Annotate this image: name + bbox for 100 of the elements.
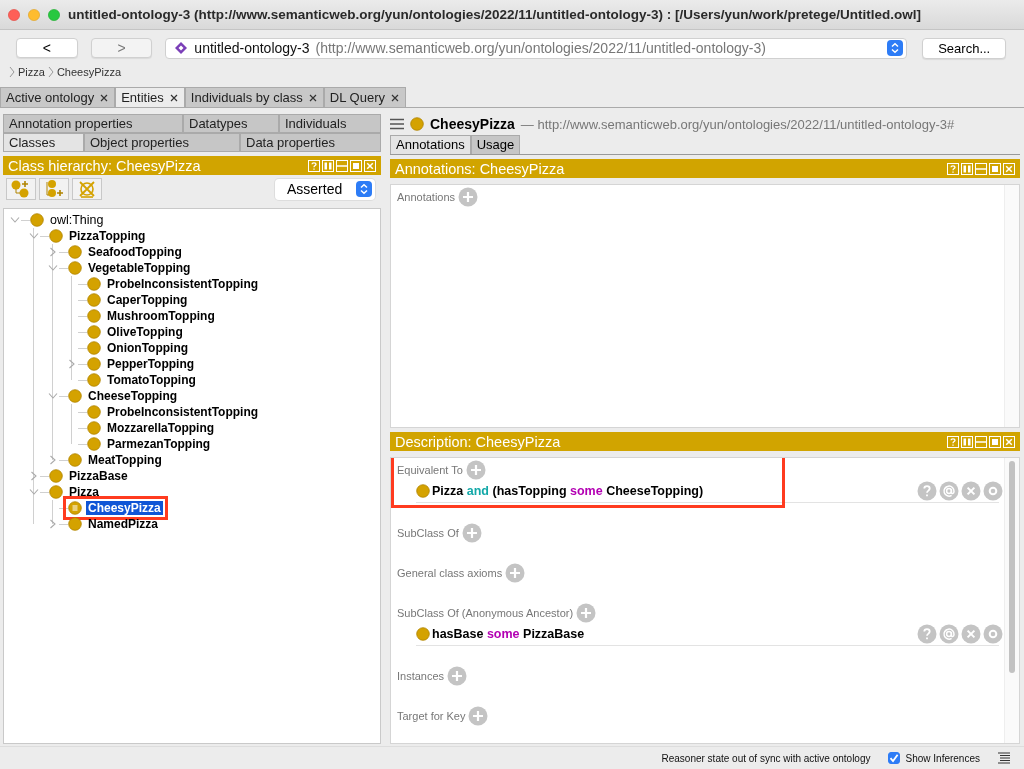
hierarchy-mode-dropdown[interactable]: Asserted <box>275 178 375 200</box>
tree-item[interactable]: OnionTopping <box>105 341 191 355</box>
class-icon <box>416 484 430 498</box>
class-icon <box>416 627 430 641</box>
status-message: Reasoner state out of sync with active ontology <box>661 752 871 764</box>
maximize-icon[interactable] <box>989 435 1001 448</box>
sibling-tree-icon <box>43 179 65 199</box>
add-subclass-button[interactable] <box>6 178 36 200</box>
tree-item[interactable]: SeafoodTopping <box>86 245 184 259</box>
entity-tab[interactable]: Datatypes <box>183 114 279 133</box>
delete-icon[interactable] <box>961 624 981 644</box>
list-icon[interactable] <box>998 752 1010 764</box>
tree-item[interactable]: PepperTopping <box>105 357 197 371</box>
checkmark-icon <box>888 753 899 763</box>
entity-tab[interactable]: Data properties <box>240 133 381 152</box>
tree-item[interactable]: Pizza <box>67 485 101 499</box>
entity-tab[interactable]: Individuals <box>279 114 381 133</box>
split-view-icon[interactable] <box>322 159 334 172</box>
search-button[interactable]: Search... <box>922 37 1006 59</box>
breadcrumb-link[interactable]: Pizza <box>18 66 45 78</box>
close-icon[interactable] <box>169 93 178 102</box>
ontology-selector[interactable]: untitled-ontology-3 (http://www.semanticweb.org/yun/ontologies/2022/11/untitled-ontology-3) <box>165 37 908 59</box>
section-label: General class axioms <box>397 567 503 579</box>
view-title: Annotations: CheesyPizza <box>395 160 565 177</box>
entity-tab[interactable]: Object properties <box>84 133 240 152</box>
split-horizontal-icon[interactable] <box>336 159 348 172</box>
chevron-icon <box>47 66 54 78</box>
edit-icon[interactable] <box>983 624 1003 644</box>
tree-item[interactable]: TomatoTopping <box>105 373 198 387</box>
tree-item[interactable]: CheesyPizza <box>86 501 163 515</box>
workspace-tab[interactable]: Individuals by class <box>184 87 324 107</box>
add-icon[interactable] <box>458 187 479 207</box>
section-label: Equivalent To <box>397 464 463 476</box>
view-tab[interactable]: Usage <box>470 135 521 154</box>
checkbox-label: Show Inferences <box>905 752 980 764</box>
tree-item[interactable]: NamedPizza <box>86 517 161 531</box>
help-icon[interactable] <box>947 162 959 175</box>
help-icon[interactable] <box>917 624 937 644</box>
split-view-icon[interactable] <box>961 435 973 448</box>
delete-icon[interactable] <box>961 481 981 501</box>
dropdown-stepper-icon <box>887 40 904 56</box>
dropdown-stepper-icon <box>356 181 372 197</box>
split-horizontal-icon[interactable] <box>975 162 987 175</box>
split-view-icon[interactable] <box>961 162 973 175</box>
help-icon[interactable] <box>917 481 937 501</box>
view-tab[interactable]: Annotations <box>390 135 471 154</box>
add-icon[interactable] <box>576 603 597 623</box>
tree-item[interactable]: ParmezanTopping <box>105 437 213 451</box>
tree-item[interactable]: MushroomTopping <box>105 309 217 323</box>
window-title: untitled-ontology-3 (http://www.semanticweb.org/yun/ontologies/2022/11/untitled-ontology-3) : [/Users/yun/work/pretege/Untitled.owl] <box>68 7 922 22</box>
workspace-tab[interactable]: DL Query <box>323 87 406 107</box>
edit-icon[interactable] <box>983 481 1003 501</box>
add-icon[interactable] <box>461 523 482 543</box>
zoom-icon[interactable] <box>48 8 60 21</box>
help-icon[interactable] <box>947 435 959 448</box>
tree-item[interactable]: ProbeInconsistentTopping <box>105 405 261 419</box>
maximize-icon[interactable] <box>989 162 1001 175</box>
split-horizontal-icon[interactable] <box>975 435 987 448</box>
class-icon <box>410 117 424 131</box>
add-icon[interactable] <box>465 460 486 480</box>
tree-item[interactable]: MeatTopping <box>86 453 164 467</box>
close-icon[interactable] <box>100 93 109 102</box>
tree-item[interactable]: PizzaBase <box>67 469 130 483</box>
scrollbar-thumb[interactable] <box>1009 461 1015 673</box>
close-icon[interactable] <box>390 93 399 102</box>
forward-button[interactable]: > <box>90 38 153 58</box>
annotate-icon[interactable] <box>939 481 959 501</box>
view-title: Class hierarchy: CheesyPizza <box>8 157 201 174</box>
add-icon[interactable] <box>505 563 526 583</box>
workspace-tab[interactable]: Active ontology <box>0 87 116 107</box>
show-inferences-checkbox[interactable] <box>887 752 900 764</box>
crossed-class-icon <box>76 179 98 199</box>
entity-tab[interactable]: Annotation properties <box>3 114 183 133</box>
menu-icon[interactable] <box>390 118 404 130</box>
maximize-icon[interactable] <box>350 159 362 172</box>
tree-item[interactable]: OliveTopping <box>105 325 185 339</box>
tree-item[interactable]: owl:Thing <box>48 213 106 227</box>
tree-item[interactable]: MozzarellaTopping <box>105 421 217 435</box>
annotate-icon[interactable] <box>939 624 959 644</box>
close-icon[interactable] <box>308 93 317 102</box>
minimize-icon[interactable] <box>28 8 40 21</box>
tree-item[interactable]: ProbeInconsistentTopping <box>105 277 261 291</box>
entity-tab[interactable]: Classes <box>3 133 84 152</box>
axiom-expression: hasBase some PizzaBase <box>432 627 586 641</box>
section-label: SubClass Of <box>397 527 459 539</box>
section-label: Instances <box>397 670 445 682</box>
section-label: Target for Key <box>397 710 466 722</box>
back-button[interactable]: < <box>16 38 78 58</box>
workspace-tab[interactable]: Entities <box>115 87 185 107</box>
tree-item[interactable]: CaperTopping <box>105 293 190 307</box>
tree-item[interactable]: VegetableTopping <box>86 261 193 275</box>
help-icon[interactable] <box>308 159 320 172</box>
add-icon[interactable] <box>468 706 489 726</box>
breadcrumb-link[interactable]: CheesyPizza <box>56 66 122 78</box>
add-icon[interactable] <box>447 666 468 686</box>
tree-item[interactable]: PizzaTopping <box>67 229 148 243</box>
tree-item[interactable]: CheeseTopping <box>86 389 180 403</box>
add-sibling-button[interactable] <box>39 178 69 200</box>
section-label: SubClass Of (Anonymous Ancestor) <box>397 607 574 619</box>
delete-class-button[interactable] <box>72 178 102 200</box>
